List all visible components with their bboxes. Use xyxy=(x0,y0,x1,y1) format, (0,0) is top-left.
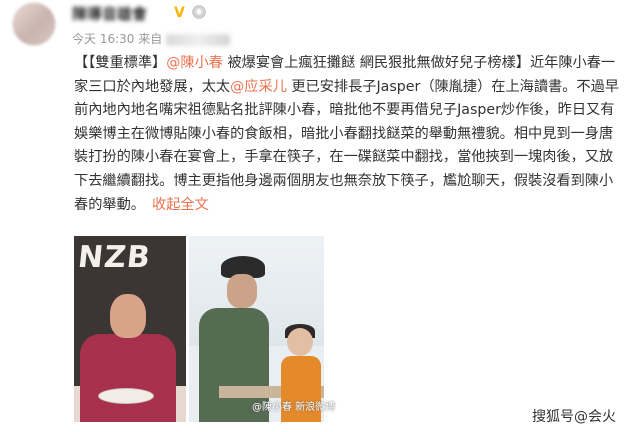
post-time: 今天 16:30 来自 xyxy=(72,32,163,46)
post-text-part-3: 更已安排長子Jasper（陳胤捷）在上海讀書。不過早前內地內地名嘴宋祖德點名批評… xyxy=(74,78,619,213)
mention-link-ying[interactable]: @应采儿 xyxy=(230,79,287,95)
post-content: 【【雙重標準】@陳小春 被爆宴會上瘋狂攤餸 網民狠批無做好兒子榜樣】近年陳小春一… xyxy=(74,52,626,217)
photo-person-head xyxy=(110,294,146,338)
post-photos: NZB @陳小春 新浪微博 xyxy=(74,236,335,422)
photo-person-body xyxy=(80,334,176,422)
photo-banquet[interactable]: NZB xyxy=(74,236,186,422)
weibo-post-card: 陳導音雄會 V ◉ 今天 16:30 来自 【【雙重標準】@陳小春 被爆宴會上瘋… xyxy=(0,0,640,432)
photo-father-son[interactable] xyxy=(189,236,324,422)
member-badge-icon: ◉ xyxy=(192,5,206,19)
post-source-blurred xyxy=(166,33,231,46)
sohu-watermark: 搜狐号@会火 xyxy=(532,409,616,425)
mention-link-chen[interactable]: @陳小春 xyxy=(166,55,223,71)
photo-watermark: @陳小春 新浪微博 xyxy=(252,402,336,413)
collapse-text-link[interactable]: 收起全文 xyxy=(152,197,209,213)
author-name[interactable]: 陳導音雄會 xyxy=(72,3,170,23)
photo-child-head xyxy=(287,328,313,356)
photo-dish xyxy=(98,388,154,404)
post-meta: 今天 16:30 来自 xyxy=(72,30,231,47)
photo-father-face xyxy=(227,274,257,308)
photo-sign-text: NZB xyxy=(76,240,153,275)
verified-icon: V xyxy=(174,5,185,21)
post-text-part-1: 【【雙重標準】 xyxy=(74,55,167,71)
author-avatar[interactable] xyxy=(12,2,56,46)
